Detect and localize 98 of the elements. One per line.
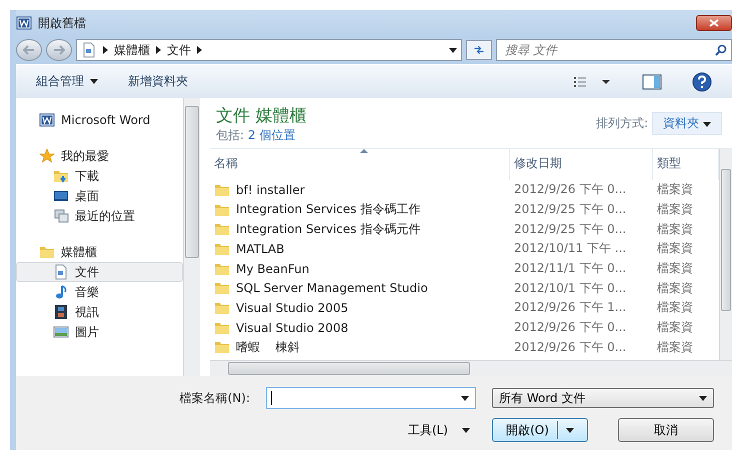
file-type-dropdown[interactable]: 所有 Word 文件 — [492, 388, 714, 408]
sidebar-item[interactable]: 媒體櫃 — [16, 242, 183, 262]
date-cell-text: 2012/10/1 下午 0... — [513, 280, 628, 297]
help-icon[interactable] — [692, 72, 712, 92]
sort-arrow-icon — [360, 149, 368, 153]
sidebar-item[interactable]: 圖片 — [16, 322, 183, 342]
file-name-cell[interactable]: Visual Studio 2005 — [210, 298, 510, 318]
folder-icon — [214, 339, 230, 356]
date-cell-text: 2012/11/1 下午 0... — [513, 260, 628, 278]
chevron-icon — [197, 46, 202, 54]
sidebar-item[interactable]: 文件 — [16, 262, 183, 282]
star-icon — [39, 148, 55, 164]
type-cell-text: 檔案資 — [656, 280, 694, 297]
file-name-cell[interactable]: Visual Studio 2008 — [210, 318, 510, 338]
picture-icon — [53, 324, 69, 340]
type-cell-text: 檔案資 — [656, 201, 694, 218]
sidebar-item[interactable]: 桌面 — [16, 186, 183, 206]
type-cell-text: 檔案資 — [656, 260, 694, 278]
type-cell-text: 檔案資 — [656, 181, 694, 198]
sidebar-item[interactable]: 最近的位置 — [16, 206, 183, 226]
breadcrumb[interactable]: 媒體櫃 — [114, 42, 150, 58]
refresh-arrows-icon — [473, 44, 485, 56]
includes-label: 包括: — [216, 128, 244, 142]
scrollbar[interactable] — [719, 149, 732, 360]
sidebar-item[interactable]: 視訊 — [16, 302, 183, 322]
date-cell-text: 2012/9/26 下午 0... — [513, 338, 628, 356]
open-button[interactable]: 開啟(O) — [492, 418, 588, 442]
new-folder-button[interactable]: 新增資料夾 — [128, 73, 188, 90]
date-cell-text: 2012/9/25 下午 0... — [513, 201, 628, 218]
document-logo-icon — [16, 15, 32, 31]
caret-icon[interactable] — [449, 48, 457, 52]
close-button[interactable] — [696, 15, 732, 31]
locations-link[interactable]: 2 個位置 — [248, 128, 296, 142]
file-name-cell[interactable]: SQL Server Management Studio — [210, 278, 510, 298]
document-icon — [53, 264, 69, 280]
download-folder-icon — [53, 168, 69, 184]
caret-icon — [461, 396, 469, 400]
search-field[interactable]: 搜尋 文件 — [496, 39, 732, 61]
organize-button[interactable]: 組合管理 — [36, 73, 98, 90]
recent-places-icon — [53, 208, 69, 224]
folder-icon — [214, 280, 230, 296]
back-arrow-icon — [23, 45, 35, 55]
sidebar-item[interactable]: 音樂 — [16, 282, 183, 302]
type-cell-text: 檔案資 — [656, 240, 694, 258]
file-name-field[interactable] — [266, 387, 476, 409]
document-logo-icon — [39, 112, 55, 128]
sidebar-item[interactable]: 下載 — [16, 166, 183, 186]
column-header[interactable]: 名稱 — [210, 149, 510, 180]
caret-icon — [699, 396, 707, 400]
caret-icon — [462, 428, 470, 432]
date-cell-text: 2012/9/26 下午 1... — [513, 299, 628, 316]
document-icon — [81, 42, 97, 58]
date-cell-text: 2012/9/25 下午 0... — [513, 220, 628, 238]
file-name-cell[interactable]: My BeanFun — [210, 258, 510, 278]
window-title: 開啟舊檔 — [38, 14, 87, 32]
caret-icon — [566, 428, 574, 432]
chevron-icon — [103, 46, 108, 54]
library-title: 文件 媒體櫃 — [216, 105, 306, 127]
caret-icon — [703, 122, 711, 127]
file-name-cell[interactable]: Integration Services 指令碼元件 — [210, 219, 510, 240]
back-button[interactable] — [16, 39, 42, 61]
sidebar-item[interactable]: Microsoft Word — [16, 110, 183, 130]
forward-arrow-icon — [53, 45, 65, 55]
file-name-cell[interactable]: MATLAB — [210, 239, 510, 259]
date-cell-text: 2012/9/26 下午 0... — [513, 181, 628, 198]
desktop-icon — [53, 188, 69, 204]
folder-icon — [214, 221, 230, 238]
file-name-cell[interactable]: 嗜蝦 棟斜 — [210, 338, 510, 358]
type-cell-text: 檔案資 — [656, 299, 694, 316]
arrange-dropdown[interactable]: 資料夾 — [652, 112, 722, 135]
caret-icon — [90, 79, 98, 84]
type-cell-text: 檔案資 — [656, 338, 694, 356]
sidebar-item[interactable]: 我的最愛 — [16, 146, 183, 166]
column-header[interactable]: 修改日期 — [510, 149, 653, 180]
file-name-cell[interactable]: Integration Services 指令碼工作 — [210, 200, 510, 220]
arrange-label: 排列方式: — [596, 115, 648, 132]
type-cell-text: 檔案資 — [656, 220, 694, 238]
library-folder-icon — [39, 244, 55, 260]
music-note-icon — [53, 284, 69, 300]
address-bar[interactable]: 媒體櫃 文件 — [76, 39, 462, 61]
tools-dropdown[interactable]: 工具(L) — [266, 420, 476, 440]
file-name-cell[interactable]: bf! installer — [210, 180, 510, 200]
date-cell-text: 2012/9/26 下午 0... — [513, 319, 628, 336]
film-icon — [53, 304, 69, 320]
view-options-icon[interactable] — [574, 76, 612, 88]
date-cell-text: 2012/10/11 下午 ... — [513, 240, 628, 258]
forward-button[interactable] — [46, 39, 72, 61]
type-cell-text: 檔案資 — [656, 319, 694, 336]
scrollbar[interactable] — [183, 98, 200, 376]
chevron-icon — [156, 46, 161, 54]
horizontal-scrollbar[interactable] — [210, 360, 732, 376]
refresh-button[interactable] — [466, 40, 492, 60]
breadcrumb[interactable]: 文件 — [167, 42, 191, 58]
file-name-label: 檔案名稱(N): — [178, 390, 250, 406]
cancel-button[interactable]: 取消 — [618, 418, 714, 442]
search-icon — [715, 44, 727, 56]
preview-pane-icon[interactable] — [642, 74, 662, 90]
close-icon — [709, 19, 719, 27]
